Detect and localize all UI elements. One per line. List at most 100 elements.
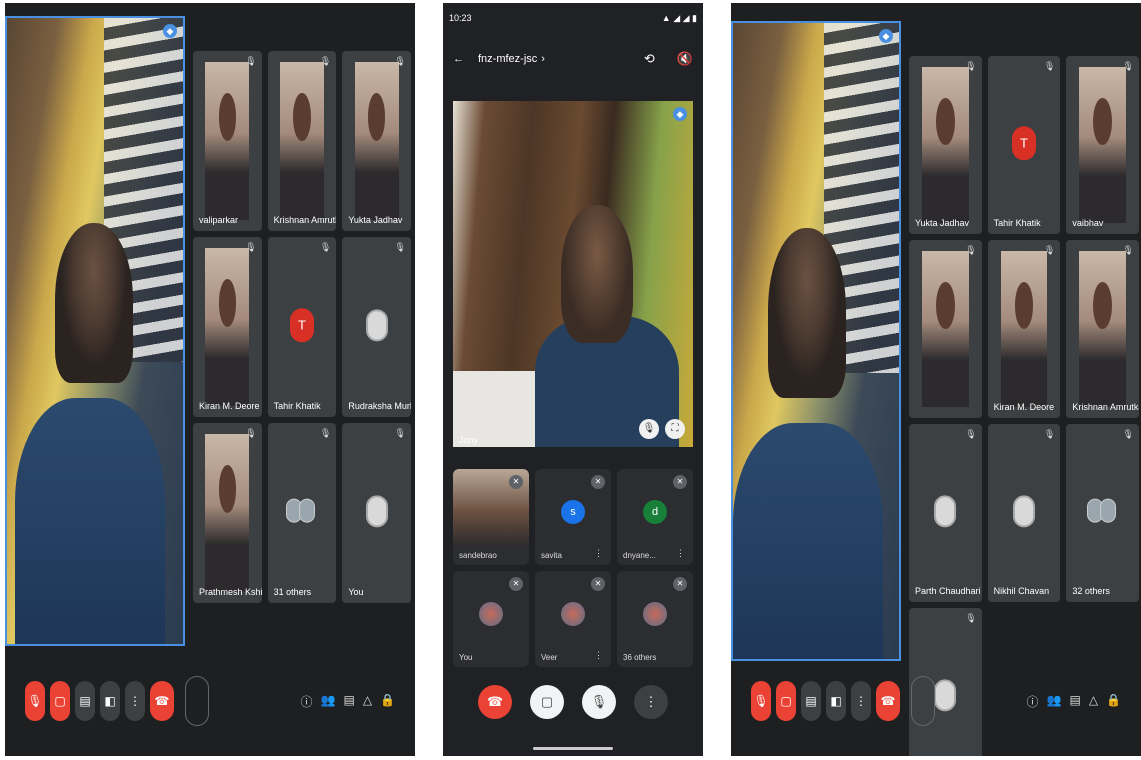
speaker-off-icon[interactable]: 🔇	[677, 51, 693, 67]
pin-icon[interactable]: ◆	[163, 24, 177, 38]
info-icon[interactable]: ⓘ	[301, 693, 313, 710]
activities-icon[interactable]: △	[1089, 693, 1098, 710]
participant-tile[interactable]: 🎙 31 others	[267, 423, 337, 603]
camera-off-icon: ▢	[54, 694, 66, 708]
participant-video	[354, 61, 399, 221]
present-icon: ◧	[830, 694, 842, 708]
more-options-button[interactable]: ⋮	[634, 685, 668, 719]
mic-icon: 🎙	[1043, 429, 1056, 439]
people-icon[interactable]: 👥	[1047, 693, 1062, 710]
mic-off-icon: ✕	[509, 577, 523, 591]
mic-icon: 🎙	[319, 242, 332, 252]
pin-icon[interactable]: ◆	[673, 107, 687, 121]
phone-speaker-video[interactable]: ◆ Jony 🎙 ⛶	[453, 101, 693, 447]
camera-button[interactable]: ▢	[530, 685, 564, 719]
mic-off-icon: ✕	[673, 577, 687, 591]
participant-name: You	[348, 587, 364, 597]
participant-tile[interactable]: 🎙 You	[342, 423, 411, 603]
mic-icon: 🎙	[965, 613, 977, 623]
participant-avatar	[479, 602, 503, 627]
main-speaker-video[interactable]: ◆	[731, 21, 901, 661]
participant-name: Tahir Khatik	[993, 218, 1041, 228]
participant-name: Kiran M. Deore	[993, 402, 1055, 412]
call-controls-left: 🎙 ▢ ▤ ◧ ⋮ ☎ ⓘ 👥 ▤ △ 🔒	[5, 646, 415, 756]
end-call-button[interactable]: ☎	[876, 681, 900, 721]
participant-name: 31 others	[273, 587, 312, 597]
more-options-button[interactable]: ⋮	[125, 681, 145, 721]
mic-button[interactable]: 🎙	[582, 685, 616, 719]
participant-tile[interactable]: 🎙 Nikhil Chavan	[987, 424, 1061, 602]
more-icon: ⋮	[644, 694, 658, 709]
switch-camera-icon[interactable]: ⟲	[644, 51, 655, 67]
participant-tile[interactable]: T 🎙 Tahir Khatik	[267, 237, 337, 417]
participant-tile[interactable]: 🎙 Krishnan Amrutkar	[267, 51, 337, 231]
chat-icon[interactable]: ▤	[343, 693, 354, 710]
mic-icon: 🎙	[1122, 245, 1134, 255]
participant-tile[interactable]: 🎙 Yukta Jadhav	[342, 51, 411, 231]
participant-tile[interactable]: 🎙	[909, 240, 982, 418]
mic-icon: 🎙	[245, 56, 257, 66]
captions-button[interactable]: ▤	[75, 681, 95, 721]
present-button[interactable]: ◧	[826, 681, 846, 721]
people-icon[interactable]: 👥	[321, 693, 336, 710]
captions-button[interactable]: ▤	[801, 681, 821, 721]
participant-tile[interactable]: 🎙 Prathmesh Kshir...	[193, 423, 262, 603]
end-call-button[interactable]: ☎	[150, 681, 174, 721]
participant-name: Veer	[541, 653, 558, 662]
participant-video	[1079, 66, 1126, 224]
participant-avatar	[365, 495, 388, 528]
camera-button[interactable]: ▢	[776, 681, 796, 721]
mic-button[interactable]: 🎙	[25, 681, 45, 721]
more-options-button[interactable]: ⋮	[851, 681, 871, 721]
participant-tile[interactable]: 🎙 vaibhav	[1066, 56, 1139, 234]
more-icon[interactable]: ⋮	[594, 650, 603, 661]
phone-participant-tile[interactable]: d ✕ dnyane... ⋮	[617, 469, 693, 565]
participant-tile[interactable]: 🎙 Parth Chaudhari	[909, 424, 982, 602]
mic-button[interactable]: 🎙	[751, 681, 771, 721]
back-arrow-icon[interactable]: ←	[453, 53, 464, 65]
fullscreen-icon[interactable]: ⛶	[665, 419, 685, 439]
mic-icon: 🎙	[245, 242, 257, 252]
participant-tile[interactable]: 🎙 Yukta Jadhav	[909, 56, 982, 234]
activities-icon[interactable]: △	[363, 693, 372, 710]
right-toolbar: ⓘ 👥 ▤ △ 🔒	[301, 693, 396, 710]
phone-participant-tile[interactable]: s ✕ savita ⋮	[535, 469, 611, 565]
camera-button[interactable]: ▢	[50, 681, 70, 721]
phone-participant-tile[interactable]: ✕ sandebrao	[453, 469, 529, 565]
participant-video	[205, 433, 250, 593]
more-icon[interactable]: ⋮	[594, 548, 603, 559]
host-controls-icon[interactable]: 🔒	[1106, 693, 1121, 710]
pin-icon[interactable]: ◆	[879, 29, 893, 43]
participant-tile[interactable]: 🎙 Rudraksha Murkute	[342, 237, 411, 417]
participant-name: Parth Chaudhari	[915, 586, 981, 596]
host-controls-icon[interactable]: 🔒	[380, 693, 395, 710]
participant-tile[interactable]: 🎙 Krishnan Amrutkar	[1066, 240, 1139, 418]
participant-video	[922, 250, 969, 408]
mic-icon[interactable]: 🎙	[639, 419, 659, 439]
participant-name: 36 others	[623, 653, 657, 662]
participant-name: Yukta Jadhav	[348, 215, 403, 225]
participant-avatar: s	[561, 500, 585, 525]
meeting-code[interactable]: fnz-mfez-jsc	[478, 53, 537, 65]
present-button[interactable]: ◧	[100, 681, 120, 721]
participant-tile[interactable]: 🎙 Kiran M. Deore	[193, 237, 262, 417]
main-speaker-video[interactable]: ◆	[5, 16, 185, 646]
phone-participant-tile[interactable]: ✕ Veer ⋮	[535, 571, 611, 667]
participant-tile[interactable]: 🎙 valiparkar	[193, 51, 262, 231]
phone-participant-tile[interactable]: ✕ You	[453, 571, 529, 667]
chat-icon[interactable]: ▤	[1069, 693, 1080, 710]
phone-participant-tile[interactable]: ✕ 36 others	[617, 571, 693, 667]
more-icon[interactable]: ⋮	[676, 548, 685, 559]
end-call-button[interactable]: ☎	[478, 685, 512, 719]
participant-grid-left: 🎙 valiparkar 🎙 Krishnan Amrutkar 🎙 Yukta Jadh…	[193, 51, 411, 603]
participant-name: Tahir Khatik	[273, 401, 321, 411]
participant-name: Nikhil Chavan	[993, 586, 1050, 596]
participant-tile[interactable]: T 🎙 Tahir Khatik	[987, 56, 1061, 234]
info-icon[interactable]: ⓘ	[1027, 693, 1039, 710]
participant-name: valiparkar	[199, 215, 239, 225]
participant-tile[interactable]: 🎙 32 others	[1066, 424, 1139, 602]
participant-name: savita	[541, 551, 562, 560]
mic-off-icon: ✕	[591, 577, 605, 591]
participant-tile[interactable]: 🎙 Kiran M. Deore	[987, 240, 1061, 418]
mic-icon: 🎙	[1043, 245, 1056, 255]
